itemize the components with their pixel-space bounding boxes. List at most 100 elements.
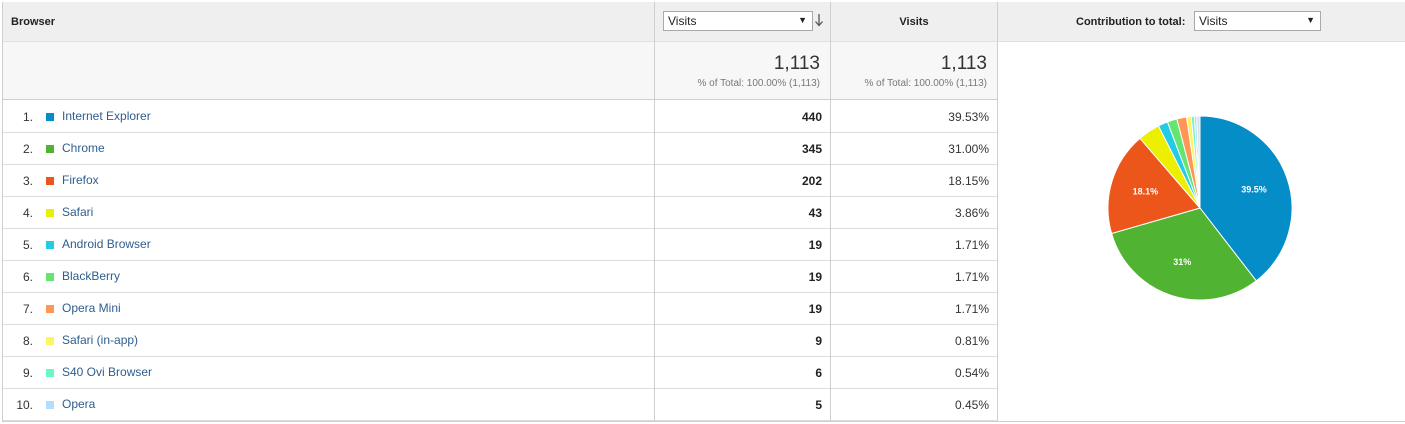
- visits-cell: 19: [655, 293, 830, 325]
- legend-swatch-icon: [46, 337, 54, 345]
- percent-cell: 1.71%: [831, 293, 997, 325]
- row-index: 9.: [22, 366, 33, 380]
- browser-link[interactable]: Internet Explorer: [62, 109, 151, 123]
- row-index: 6.: [22, 270, 33, 284]
- browser-column: Browser 1. Internet Explorer 2. Chrome 3. Fir…: [3, 2, 655, 421]
- summary-row-browser: [3, 42, 654, 100]
- visits-cell: 345: [655, 133, 830, 165]
- visits-total-sub: % of Total: 100.00% (1,113): [697, 78, 821, 89]
- visits-value: 5: [815, 398, 822, 412]
- legend-swatch-icon: [46, 113, 54, 121]
- percent-cell: 1.71%: [831, 261, 997, 293]
- table-row: 7. Opera Mini: [3, 293, 654, 325]
- browser-header-label: Browser: [11, 16, 56, 28]
- row-index: 7.: [22, 302, 33, 316]
- legend-swatch-icon: [46, 273, 54, 281]
- percent-value: 3.86%: [954, 206, 989, 220]
- visits-cell: 5: [655, 389, 830, 421]
- visits-value: 440: [801, 110, 822, 124]
- visits-value: 19: [808, 302, 822, 316]
- visits-cell: 9: [655, 325, 830, 357]
- visits-total: 1,113: [773, 53, 820, 74]
- row-index: 10.: [16, 398, 33, 412]
- contribution-column: Contribution to total: Visits ▼ 39.5% 31%…: [998, 2, 1405, 421]
- percent-value: 0.54%: [954, 366, 989, 380]
- visits-column: Visits ▼ 1,113 % of Total: 100.00% (1,11…: [655, 2, 831, 421]
- table-row: 6. BlackBerry: [3, 261, 654, 293]
- visits-cell: 202: [655, 165, 830, 197]
- percent-cell: 0.54%: [831, 357, 997, 389]
- percent-value: 1.71%: [954, 270, 989, 284]
- table-row: 1. Internet Explorer: [3, 101, 654, 133]
- visits-cell: 19: [655, 229, 830, 261]
- table-row: 2. Chrome: [3, 133, 654, 165]
- pie-slice-label: 31%: [1173, 257, 1191, 267]
- table-row: 10. Opera: [3, 389, 654, 421]
- visits-cell: 43: [655, 197, 830, 229]
- percent-value: 0.81%: [954, 334, 989, 348]
- browser-report-table: Browser 1. Internet Explorer 2. Chrome 3. Fir…: [2, 2, 1405, 422]
- sort-descending-icon[interactable]: [814, 13, 824, 27]
- visits-cell: 440: [655, 101, 830, 133]
- visits-value: 19: [808, 270, 822, 284]
- row-index: 8.: [22, 334, 33, 348]
- visits-cell: 6: [655, 357, 830, 389]
- visits-cell: 19: [655, 261, 830, 293]
- summary-row-percent: 1,113 % of Total: 100.00% (1,113): [831, 42, 997, 100]
- metric-select[interactable]: Visits ▼: [663, 11, 813, 31]
- legend-swatch-icon: [46, 177, 54, 185]
- table-row: 4. Safari: [3, 197, 654, 229]
- row-index: 2.: [22, 142, 33, 156]
- table-row: 3. Firefox: [3, 165, 654, 197]
- browser-link[interactable]: Safari (in-app): [62, 333, 138, 347]
- percent-value: 39.53%: [948, 110, 989, 124]
- percent-value: 0.45%: [954, 398, 989, 412]
- percent-total: 1,113: [940, 53, 987, 74]
- percent-value: 18.15%: [948, 174, 989, 188]
- percent-value: 1.71%: [954, 302, 989, 316]
- table-row: 5. Android Browser: [3, 229, 654, 261]
- metric-select-value: Visits: [668, 14, 697, 28]
- browser-link[interactable]: Opera: [62, 397, 95, 411]
- visits-value: 6: [815, 366, 822, 380]
- browser-link[interactable]: Chrome: [62, 141, 105, 155]
- percent-total-sub: % of Total: 100.00% (1,113): [864, 78, 988, 89]
- percent-value: 31.00%: [948, 142, 989, 156]
- legend-swatch-icon: [46, 241, 54, 249]
- browser-link[interactable]: BlackBerry: [62, 269, 120, 283]
- percent-cell: 31.00%: [831, 133, 997, 165]
- legend-swatch-icon: [46, 369, 54, 377]
- legend-swatch-icon: [46, 209, 54, 217]
- legend-swatch-icon: [46, 401, 54, 409]
- percent-cell: 39.53%: [831, 101, 997, 133]
- pie-slice-label: 39.5%: [1241, 185, 1267, 195]
- legend-swatch-icon: [46, 305, 54, 313]
- visits-value: 43: [808, 206, 822, 220]
- visits-value: 345: [801, 142, 822, 156]
- browser-header: Browser: [3, 2, 654, 42]
- browser-link[interactable]: S40 Ovi Browser: [62, 365, 152, 379]
- browser-link[interactable]: Safari: [62, 205, 93, 219]
- percent-cell: 18.15%: [831, 165, 997, 197]
- browser-link[interactable]: Firefox: [62, 173, 99, 187]
- table-row: 9. S40 Ovi Browser: [3, 357, 654, 389]
- table-row: 8. Safari (in-app): [3, 325, 654, 357]
- percent-cell: 0.45%: [831, 389, 997, 421]
- percent-column: Visits 1,113 % of Total: 100.00% (1,113)…: [831, 2, 998, 421]
- visits-value: 19: [808, 238, 822, 252]
- legend-swatch-icon: [46, 145, 54, 153]
- percent-cell: 0.81%: [831, 325, 997, 357]
- visits-value: 9: [815, 334, 822, 348]
- row-index: 3.: [22, 174, 33, 188]
- summary-row-visits: 1,113 % of Total: 100.00% (1,113): [655, 42, 830, 100]
- percent-header: Visits: [831, 2, 997, 42]
- row-index: 4.: [22, 206, 33, 220]
- row-index: 1.: [22, 110, 33, 124]
- contribution-pie-chart: 39.5% 31% 18.1%: [1107, 115, 1293, 301]
- browser-link[interactable]: Android Browser: [62, 237, 151, 251]
- browser-link[interactable]: Opera Mini: [62, 301, 121, 315]
- visits-value: 202: [801, 174, 822, 188]
- percent-cell: 3.86%: [831, 197, 997, 229]
- visits-metric-header: Visits ▼: [655, 2, 830, 42]
- percent-header-label: Visits: [899, 16, 929, 28]
